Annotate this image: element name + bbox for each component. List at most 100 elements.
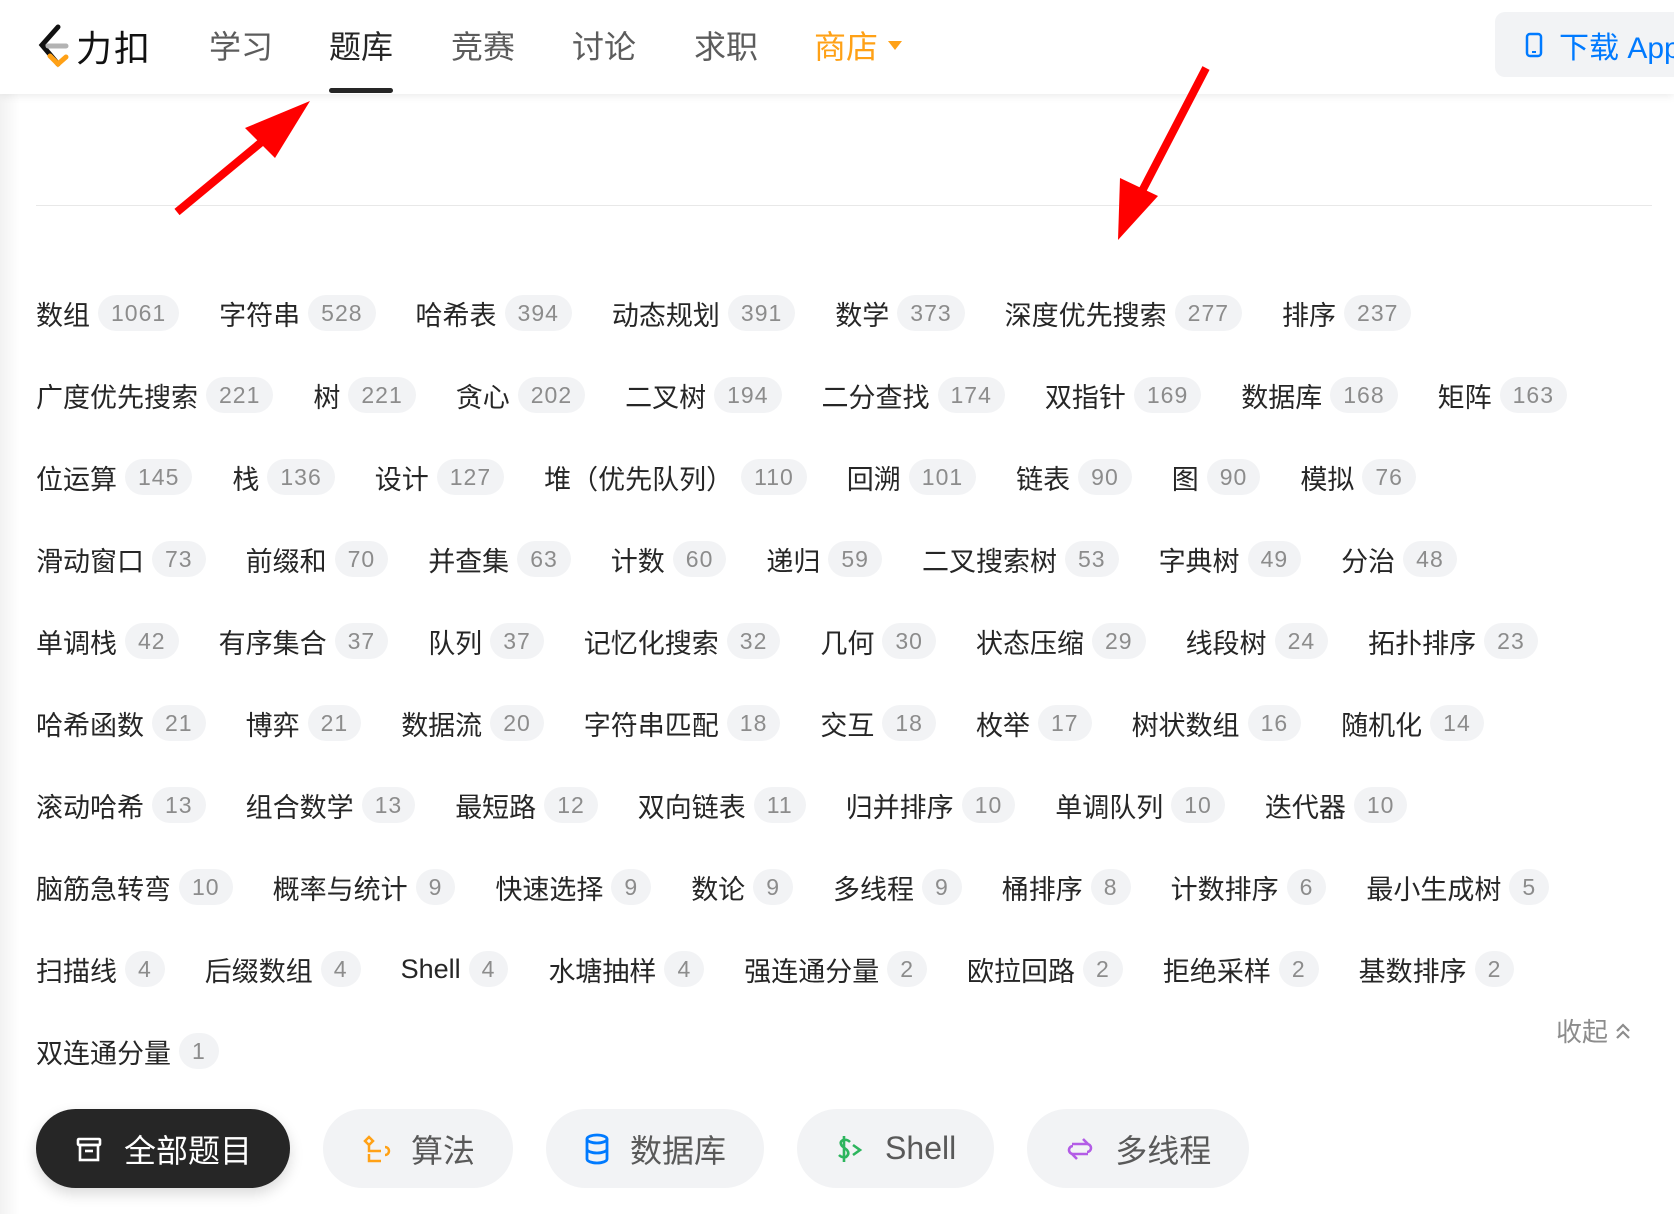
topic-tag[interactable]: 拓扑排序 23 xyxy=(1368,622,1538,661)
topic-tag[interactable]: 博弈 21 xyxy=(246,704,362,743)
topic-tag[interactable]: 分治 48 xyxy=(1341,540,1457,579)
topic-tag[interactable]: 树 221 xyxy=(313,376,416,415)
topic-tag[interactable]: 迭代器 10 xyxy=(1265,786,1408,825)
tag-label: 计数 xyxy=(610,546,665,577)
topic-tag[interactable]: 图 90 xyxy=(1172,458,1261,497)
topic-tag[interactable]: 滑动窗口 73 xyxy=(36,540,206,579)
nav-discuss[interactable]: 讨论 xyxy=(572,22,636,68)
topic-tag[interactable]: 链表 90 xyxy=(1016,458,1132,497)
tag-row: 数组 1061 字符串 528 哈希表 394 动态规划 391 数学 373 深度优先搜索 277 排… xyxy=(36,272,1656,354)
topic-tag[interactable]: 滚动哈希 13 xyxy=(36,786,206,825)
topic-tag[interactable]: 广度优先搜索 221 xyxy=(36,376,274,415)
topic-tag[interactable]: 前缀和 70 xyxy=(246,540,389,579)
topic-tag[interactable]: 二叉搜索树 53 xyxy=(922,540,1119,579)
topic-tag[interactable]: 递归 59 xyxy=(766,540,882,579)
topic-tag[interactable]: 枚举 17 xyxy=(976,704,1092,743)
topic-tag[interactable]: 字典树 49 xyxy=(1159,540,1302,579)
topic-tag[interactable]: 多线程 9 xyxy=(833,868,962,907)
topic-tag[interactable]: 线段树 24 xyxy=(1186,622,1329,661)
topic-tag[interactable]: 强连通分量 2 xyxy=(744,950,928,989)
nav-jobs[interactable]: 求职 xyxy=(694,22,758,68)
topic-tag[interactable]: 树状数组 16 xyxy=(1132,704,1302,743)
topic-tag[interactable]: 计数 60 xyxy=(611,540,727,579)
tag-label: 数据流 xyxy=(401,710,483,741)
topic-tag[interactable]: 随机化 14 xyxy=(1341,704,1484,743)
topic-tag[interactable]: 数据流 20 xyxy=(401,704,544,743)
category-pill[interactable]: 数据库 xyxy=(546,1109,765,1188)
topic-tag[interactable]: 几何 30 xyxy=(820,622,936,661)
topic-tag[interactable]: 双向链表 11 xyxy=(638,786,806,825)
topic-tag[interactable]: 水塘抽样 4 xyxy=(548,950,705,989)
tag-count-badge: 21 xyxy=(307,705,362,741)
topic-tag[interactable]: 矩阵 163 xyxy=(1438,376,1567,415)
tag-label: 字符串 xyxy=(219,300,301,331)
topic-tag[interactable]: 脑筋急转弯 10 xyxy=(36,868,233,907)
category-pill[interactable]: 算法 xyxy=(323,1109,514,1188)
tag-label: 有序集合 xyxy=(218,628,327,659)
topic-tag[interactable]: 哈希表 394 xyxy=(416,294,572,333)
topic-tag[interactable]: 位运算 145 xyxy=(36,458,193,497)
topic-tag[interactable]: 桶排序 8 xyxy=(1002,868,1131,907)
topic-tag[interactable]: 计数排序 6 xyxy=(1171,868,1327,907)
topic-tag[interactable]: 二叉树 194 xyxy=(625,376,782,415)
topic-tag[interactable]: 深度优先搜索 277 xyxy=(1004,294,1243,333)
topic-tag[interactable]: 堆（优先队列） 110 xyxy=(544,458,807,497)
topic-tag[interactable]: 单调队列 10 xyxy=(1055,786,1225,825)
nav-problemset[interactable]: 题库 xyxy=(329,22,394,93)
category-pill[interactable]: 全部题目 xyxy=(36,1109,291,1188)
topic-tag[interactable]: 并查集 63 xyxy=(428,540,571,579)
topic-tag[interactable]: 概率与统计 9 xyxy=(273,868,456,907)
topic-tag[interactable]: 数据库 168 xyxy=(1241,376,1398,415)
topic-tag[interactable]: 归并排序 10 xyxy=(846,786,1016,825)
topic-tag[interactable]: 队列 37 xyxy=(428,622,544,661)
topic-tag[interactable]: 栈 136 xyxy=(232,458,335,497)
tag-label: 树状数组 xyxy=(1131,710,1240,741)
topic-tag[interactable]: Shell 4 xyxy=(401,951,509,987)
topic-tag[interactable]: 排序 237 xyxy=(1282,294,1412,333)
nav-contest[interactable]: 竞赛 xyxy=(451,22,515,68)
topic-tag[interactable]: 二分查找 174 xyxy=(822,376,1005,415)
topic-tag[interactable]: 双指针 169 xyxy=(1045,376,1202,415)
tag-count-badge: 18 xyxy=(882,705,936,741)
topic-tag[interactable]: 交互 18 xyxy=(820,704,936,743)
topic-tag[interactable]: 拒绝采样 2 xyxy=(1163,950,1319,989)
topic-tag[interactable]: 设计 127 xyxy=(375,458,505,497)
tag-count-badge: 4 xyxy=(125,951,165,987)
topic-tag[interactable]: 字符串匹配 18 xyxy=(584,704,781,743)
topic-tag[interactable]: 基数排序 2 xyxy=(1359,950,1515,989)
topic-tag[interactable]: 模拟 76 xyxy=(1300,458,1416,497)
topic-tag[interactable]: 后缀数组 4 xyxy=(205,950,361,989)
flow-icon xyxy=(361,1134,391,1164)
topic-tag[interactable]: 最小生成树 5 xyxy=(1366,868,1550,907)
topic-tag[interactable]: 单调栈 42 xyxy=(36,622,179,661)
tag-label: 深度优先搜索 xyxy=(1004,300,1167,331)
tag-count-badge: 23 xyxy=(1484,623,1538,659)
topic-tag[interactable]: 状态压缩 29 xyxy=(976,622,1146,661)
topic-tag[interactable]: 回溯 101 xyxy=(847,458,977,497)
nav-store[interactable]: 商店 xyxy=(814,22,903,68)
topic-tag[interactable]: 数学 373 xyxy=(835,294,965,333)
topic-tag[interactable]: 扫描线 4 xyxy=(36,950,165,989)
topic-tag[interactable]: 数论 9 xyxy=(691,868,793,907)
topic-tag[interactable]: 最短路 12 xyxy=(455,786,598,825)
tag-label: 最短路 xyxy=(455,792,537,823)
nav-learn[interactable]: 学习 xyxy=(209,22,273,68)
category-pill[interactable]: 多线程 xyxy=(1027,1109,1250,1188)
tag-count-badge: 221 xyxy=(348,377,416,413)
collapse-button[interactable]: 收起 xyxy=(1556,1012,1632,1049)
topic-tag[interactable]: 数组 1061 xyxy=(36,294,180,333)
topic-tag[interactable]: 动态规划 391 xyxy=(612,294,796,333)
logo[interactable]: 力扣 xyxy=(36,20,152,72)
category-pill[interactable]: Shell xyxy=(797,1109,995,1188)
topic-tag[interactable]: 组合数学 13 xyxy=(246,786,416,825)
download-app-button[interactable]: 下载 App xyxy=(1495,12,1674,77)
topic-tag[interactable]: 有序集合 37 xyxy=(219,622,389,661)
topic-tag[interactable]: 欧拉回路 2 xyxy=(967,950,1123,989)
topic-tag[interactable]: 记忆化搜索 32 xyxy=(584,622,781,661)
topic-tag[interactable]: 双连通分量 1 xyxy=(36,1032,219,1071)
topic-tag[interactable]: 快速选择 9 xyxy=(495,868,652,907)
topic-tag[interactable]: 字符串 528 xyxy=(219,294,376,333)
topic-tag[interactable]: 哈希函数 21 xyxy=(36,704,206,743)
topic-tag[interactable]: 贪心 202 xyxy=(456,376,586,415)
tag-count-badge: 11 xyxy=(753,787,806,823)
